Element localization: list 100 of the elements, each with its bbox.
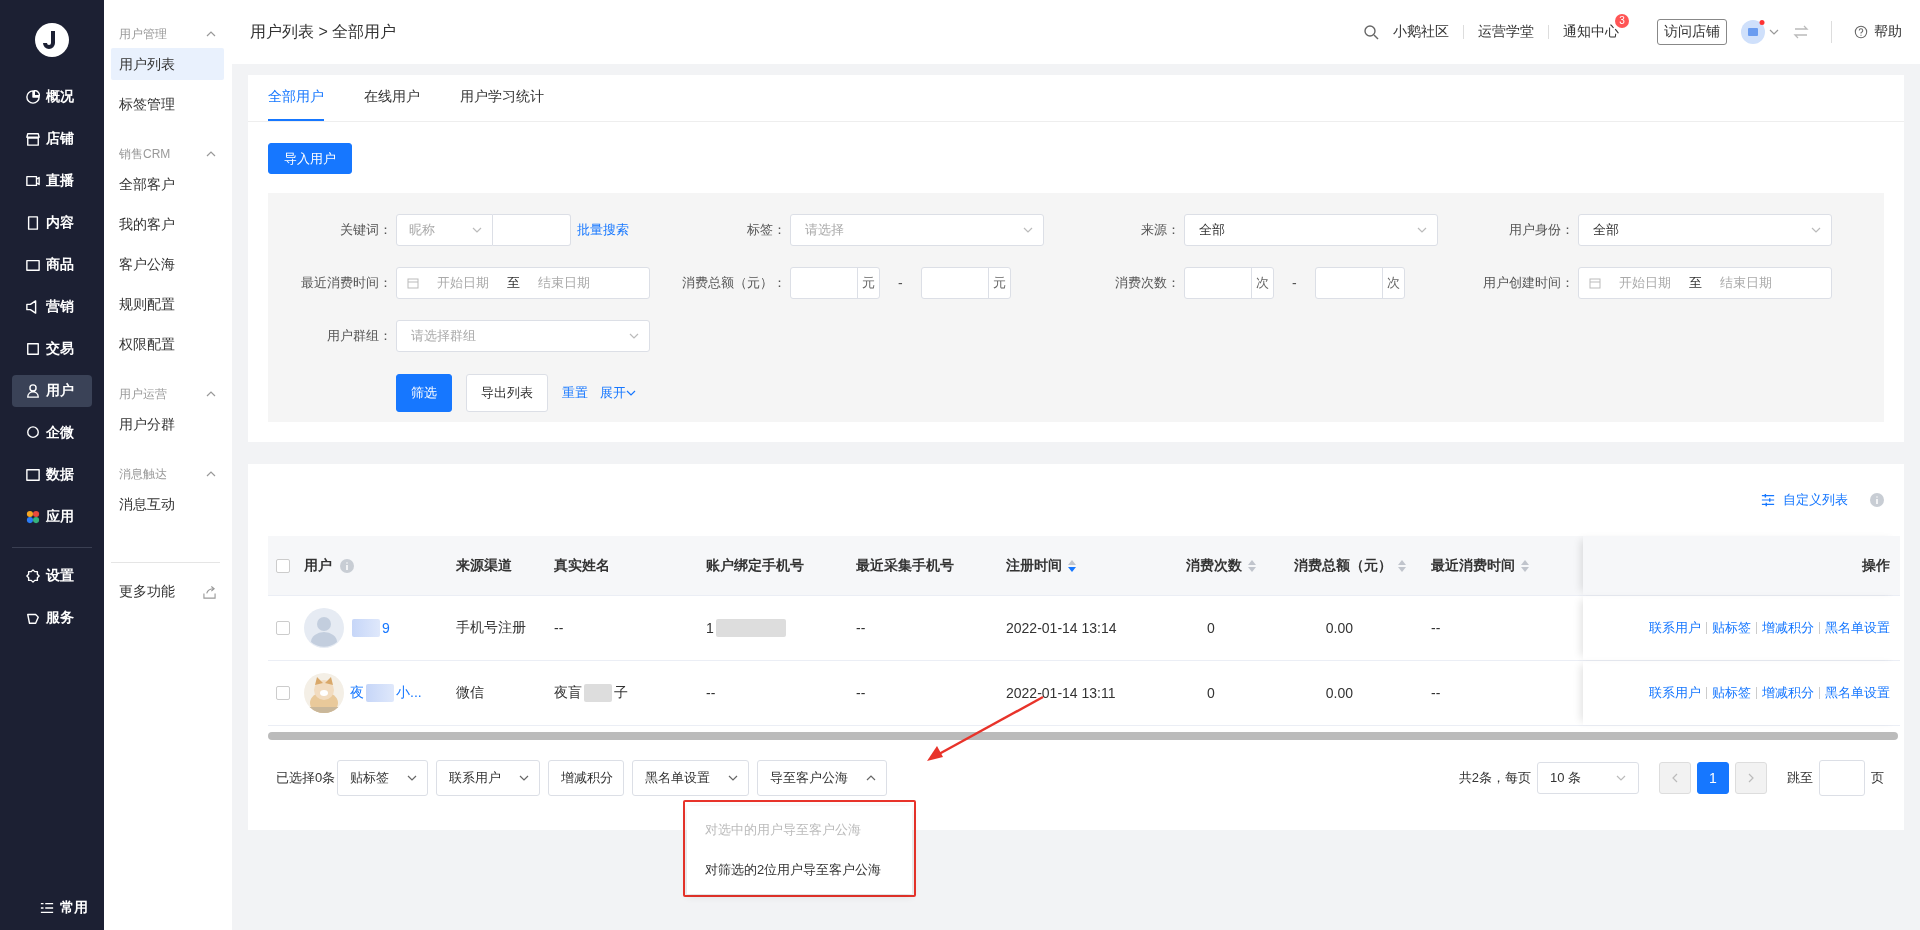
nav-item[interactable]: 数据 bbox=[12, 459, 92, 491]
custom-list-link[interactable]: 自定义列表 bbox=[1783, 491, 1848, 509]
range-separator: - bbox=[1292, 275, 1297, 291]
subnav-item[interactable]: 消息互动 bbox=[111, 488, 224, 520]
batch-search-link[interactable]: 批量搜索 bbox=[577, 221, 629, 239]
caret-icon bbox=[1616, 775, 1626, 781]
bulk-action-button[interactable]: 贴标签 bbox=[337, 760, 429, 796]
bulk-action-button[interactable]: 导至客户公海 bbox=[757, 760, 888, 796]
nav-item[interactable]: 商品 bbox=[12, 249, 92, 281]
list-icon bbox=[40, 901, 54, 915]
nav-item[interactable]: 内容 bbox=[12, 207, 92, 239]
nav-item[interactable]: 常用 bbox=[12, 882, 92, 914]
caret-icon[interactable] bbox=[1769, 29, 1779, 35]
export-list-button[interactable]: 导出列表 bbox=[466, 374, 548, 412]
nav-item[interactable]: 交易 bbox=[12, 333, 92, 365]
filter-button[interactable]: 筛选 bbox=[396, 374, 452, 412]
nav-item[interactable]: 企微 bbox=[12, 417, 92, 449]
select-field[interactable]: 全部 bbox=[1578, 214, 1832, 246]
number-field[interactable]: 元 bbox=[790, 267, 880, 299]
filter-label: 关键词： bbox=[339, 221, 392, 239]
date-range-field[interactable]: 开始日期 至 结束日期 bbox=[396, 267, 650, 299]
chevron-icon[interactable] bbox=[626, 390, 636, 396]
menu-item[interactable]: 对筛选的2位用户导至客户公海 bbox=[687, 850, 912, 890]
nav-item[interactable]: 设置 bbox=[12, 560, 92, 592]
header-link[interactable]: 小鹅社区 bbox=[1393, 23, 1449, 39]
help-link[interactable]: 帮助 bbox=[1874, 23, 1902, 41]
row-action-link[interactable]: 增减积分 bbox=[1762, 684, 1814, 702]
sliders-icon[interactable] bbox=[1761, 493, 1775, 507]
visit-store-button[interactable]: 访问店铺 bbox=[1657, 19, 1727, 45]
subnav-item[interactable]: 客户公海 bbox=[111, 248, 224, 280]
subnav-item[interactable]: 用户列表 bbox=[111, 48, 224, 80]
nav-item[interactable]: 营销 bbox=[12, 291, 92, 323]
expand-link[interactable]: 展开 bbox=[600, 384, 626, 402]
subnav-item[interactable]: 权限配置 bbox=[111, 328, 224, 360]
row-action-link[interactable]: 联系用户 bbox=[1649, 619, 1701, 637]
swap-icon[interactable] bbox=[1793, 24, 1809, 40]
user-name-link[interactable]: 9 bbox=[350, 619, 390, 637]
search-icon[interactable] bbox=[1363, 24, 1379, 40]
user-name-link[interactable]: 夜 小... bbox=[350, 684, 422, 702]
jump-page-input[interactable] bbox=[1819, 760, 1865, 796]
chevron-icon[interactable] bbox=[206, 151, 216, 157]
sort-icon[interactable] bbox=[1068, 559, 1076, 572]
row-action-link[interactable]: 黑名单设置 bbox=[1825, 619, 1890, 637]
sort-icon[interactable] bbox=[1398, 559, 1406, 572]
subnav-item[interactable]: 标签管理 bbox=[111, 88, 224, 120]
date-range-field[interactable]: 开始日期 至 结束日期 bbox=[1578, 267, 1832, 299]
header-link[interactable]: 运营学堂 bbox=[1478, 23, 1534, 39]
tab[interactable]: 在线用户 bbox=[364, 75, 420, 121]
help-icon[interactable] bbox=[1854, 25, 1868, 39]
subnav-item[interactable]: 用户分群 bbox=[111, 408, 224, 440]
page-button[interactable]: 1 bbox=[1697, 762, 1729, 794]
chevron-left-icon bbox=[1672, 773, 1678, 783]
checkbox[interactable] bbox=[276, 686, 290, 700]
number-field[interactable]: 元 bbox=[920, 267, 1011, 299]
reset-link[interactable]: 重置 bbox=[562, 384, 588, 402]
sort-icon[interactable] bbox=[1248, 559, 1256, 572]
horizontal-scrollbar[interactable] bbox=[268, 732, 1898, 740]
video-icon bbox=[26, 174, 40, 188]
column-header: 来源渠道 bbox=[456, 556, 512, 575]
chevron-icon[interactable] bbox=[206, 391, 216, 397]
row-action-link[interactable]: 联系用户 bbox=[1649, 684, 1701, 702]
number-field[interactable]: 次 bbox=[1184, 267, 1274, 299]
tab[interactable]: 全部用户 bbox=[268, 75, 324, 121]
group-title: 用户管理 bbox=[119, 25, 167, 43]
bulk-action-button[interactable]: 联系用户 bbox=[436, 760, 541, 796]
chevron-icon[interactable] bbox=[206, 31, 216, 37]
subnav-item[interactable]: 我的客户 bbox=[111, 208, 224, 240]
subnav-item[interactable]: 规则配置 bbox=[111, 288, 224, 320]
nav-item[interactable]: 概况 bbox=[12, 81, 92, 113]
jump-label: 跳至 bbox=[1787, 769, 1813, 787]
more-features-link[interactable]: 更多功能 bbox=[119, 583, 175, 601]
checkbox[interactable] bbox=[276, 558, 290, 573]
row-action-link[interactable]: 黑名单设置 bbox=[1825, 684, 1890, 702]
selected-count: 已选择0条 bbox=[276, 769, 336, 787]
row-action-link[interactable]: 增减积分 bbox=[1762, 619, 1814, 637]
nav-item[interactable]: 店铺 bbox=[12, 123, 92, 155]
tab[interactable]: 用户学习统计 bbox=[460, 75, 544, 121]
nav-item[interactable]: 用户 bbox=[12, 375, 92, 407]
bulk-action-button[interactable]: 增减积分 bbox=[548, 760, 625, 796]
store-avatar-icon[interactable] bbox=[1741, 20, 1765, 44]
notification-badge: 3 bbox=[1615, 14, 1629, 28]
page-size-select[interactable]: 10 条 bbox=[1537, 762, 1639, 794]
checkbox[interactable] bbox=[276, 621, 290, 635]
table-cell: 0 bbox=[1207, 620, 1215, 636]
select-field[interactable]: 全部 bbox=[1184, 214, 1438, 246]
table-cell: 1 bbox=[706, 619, 788, 637]
sort-icon[interactable] bbox=[1521, 559, 1529, 572]
nav-item[interactable]: 服务 bbox=[12, 602, 92, 634]
bulk-action-button[interactable]: 黑名单设置 bbox=[632, 760, 750, 796]
nav-item[interactable]: 应用 bbox=[12, 501, 92, 533]
chevron-icon[interactable] bbox=[206, 471, 216, 477]
nav-item[interactable]: 直播 bbox=[12, 165, 92, 197]
row-action-link[interactable]: 贴标签 bbox=[1712, 684, 1751, 702]
keyword-input[interactable] bbox=[493, 214, 571, 246]
pie-chart-icon bbox=[26, 90, 40, 104]
subnav-item[interactable]: 全部客户 bbox=[111, 168, 224, 200]
table-cell: 2022-01-14 13:14 bbox=[1006, 620, 1117, 636]
import-users-button[interactable]: 导入用户 bbox=[268, 143, 352, 174]
number-field[interactable]: 次 bbox=[1314, 267, 1405, 299]
row-action-link[interactable]: 贴标签 bbox=[1712, 619, 1751, 637]
